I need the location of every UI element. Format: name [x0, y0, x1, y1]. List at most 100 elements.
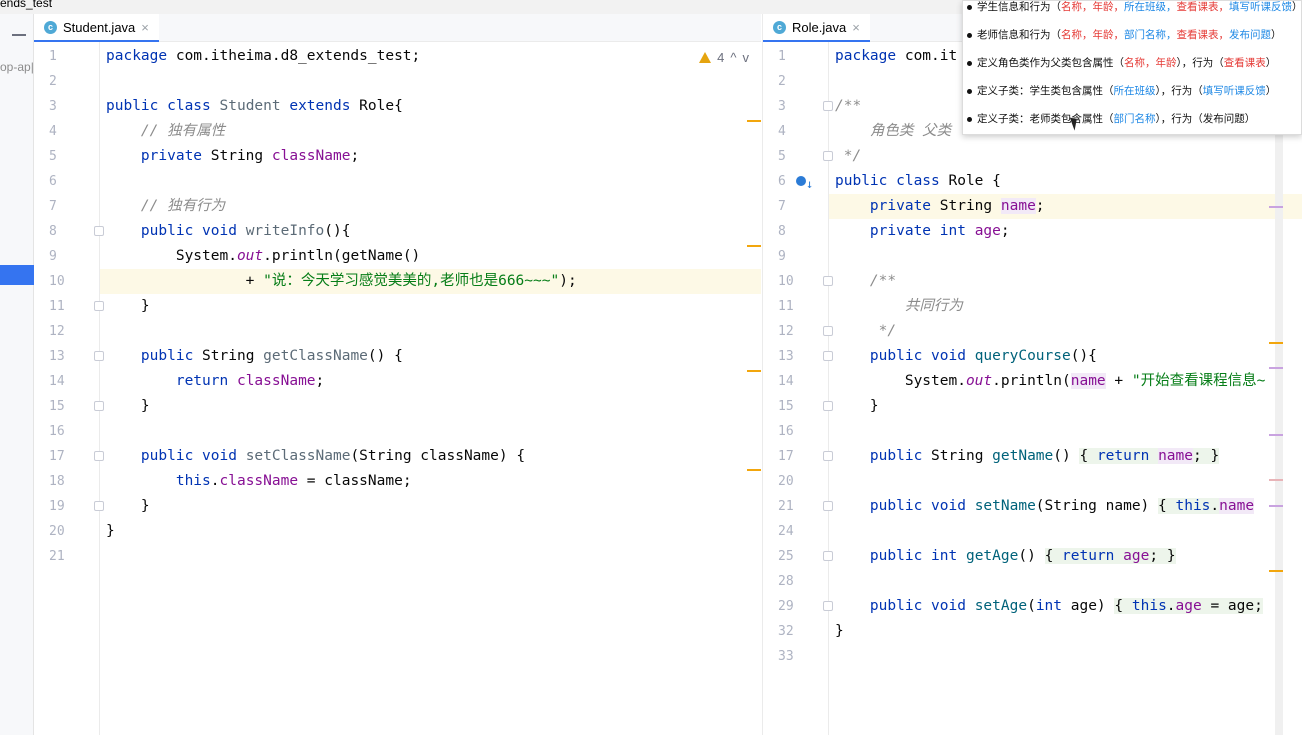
- error-stripe-mark[interactable]: [747, 120, 761, 122]
- error-stripe-mark[interactable]: [1269, 479, 1283, 481]
- line-number[interactable]: 15: [34, 394, 104, 419]
- line-number[interactable]: 4: [763, 119, 829, 144]
- line-number[interactable]: 21: [763, 494, 833, 519]
- line-number[interactable]: 2: [34, 69, 100, 94]
- code-line[interactable]: [100, 169, 761, 194]
- error-stripe-mark[interactable]: [747, 469, 761, 471]
- line-number[interactable]: 1: [763, 44, 829, 69]
- close-icon[interactable]: ×: [852, 20, 860, 35]
- tab-student-java[interactable]: c Student.java ×: [34, 14, 159, 42]
- close-icon[interactable]: ×: [141, 20, 149, 35]
- line-number[interactable]: 33: [763, 644, 829, 669]
- code-line[interactable]: [829, 644, 1302, 669]
- code-line[interactable]: private int age;: [829, 219, 1302, 244]
- error-stripe-mark[interactable]: [1269, 434, 1283, 436]
- line-number[interactable]: 16: [763, 419, 829, 444]
- line-number[interactable]: 14: [763, 369, 829, 394]
- project-tree-label[interactable]: op-ap|: [0, 60, 34, 74]
- error-stripe-mark[interactable]: [1269, 505, 1283, 507]
- code-line[interactable]: [829, 569, 1302, 594]
- line-number[interactable]: 20: [763, 469, 829, 494]
- code-line[interactable]: /**: [829, 269, 1302, 294]
- line-number[interactable]: 4: [34, 119, 100, 144]
- line-number[interactable]: 2: [763, 69, 829, 94]
- code-line[interactable]: [829, 244, 1302, 269]
- line-number[interactable]: 5: [34, 144, 100, 169]
- code-line[interactable]: }: [100, 394, 761, 419]
- code-line[interactable]: // 独有行为: [100, 194, 761, 219]
- code-area[interactable]: package com.it/** 角色类 父类 */public class …: [829, 42, 1302, 735]
- line-number[interactable]: 13: [34, 344, 104, 369]
- error-stripe-mark[interactable]: [1269, 570, 1283, 572]
- line-number[interactable]: 16: [34, 419, 100, 444]
- line-number[interactable]: 20: [34, 519, 100, 544]
- line-number[interactable]: 32: [763, 619, 829, 644]
- line-number[interactable]: 3: [34, 94, 100, 119]
- line-number[interactable]: 1: [34, 44, 100, 69]
- code-line[interactable]: return className;: [100, 369, 761, 394]
- error-stripe-mark[interactable]: [1269, 342, 1283, 344]
- code-line[interactable]: public void setClassName(String classNam…: [100, 444, 761, 469]
- line-number[interactable]: 7: [34, 194, 100, 219]
- code-line[interactable]: [829, 419, 1302, 444]
- line-number[interactable]: 17: [34, 444, 104, 469]
- code-line[interactable]: public void setAge(int age) { this.age =…: [829, 594, 1302, 619]
- project-tree-selection[interactable]: [0, 265, 34, 285]
- editor-student[interactable]: c Student.java × 1 2 3 4 5 6 7 8 9 10 11 12 13 14 15 16…: [34, 14, 761, 735]
- line-number[interactable]: 12: [763, 319, 833, 344]
- error-stripe-mark[interactable]: [1269, 206, 1283, 208]
- line-number[interactable]: 19: [34, 494, 104, 519]
- line-number[interactable]: 25: [763, 544, 833, 569]
- line-number[interactable]: 10: [763, 269, 833, 294]
- line-number[interactable]: 8: [34, 219, 104, 244]
- code-line[interactable]: + "说：今天学习感觉美美的,老师也是666~~~");: [100, 269, 761, 294]
- code-line[interactable]: */: [829, 319, 1302, 344]
- error-stripe-mark[interactable]: [747, 245, 761, 247]
- line-number[interactable]: 24: [763, 519, 829, 544]
- line-number[interactable]: 18: [34, 469, 100, 494]
- code-line[interactable]: }: [100, 494, 761, 519]
- collapse-icon[interactable]: [12, 34, 26, 36]
- line-number[interactable]: 11: [763, 294, 829, 319]
- line-number[interactable]: 14: [34, 369, 100, 394]
- code-line[interactable]: System.out.println(name + "开始查看课程信息~: [829, 369, 1302, 394]
- code-line[interactable]: public void setName(String name) { this.…: [829, 494, 1302, 519]
- code-line[interactable]: public int getAge() { return age; }: [829, 544, 1302, 569]
- line-number[interactable]: 17: [763, 444, 833, 469]
- line-number[interactable]: 28: [763, 569, 829, 594]
- code-line[interactable]: private String name;: [829, 194, 1302, 219]
- line-number[interactable]: 7: [763, 194, 829, 219]
- error-stripe-mark[interactable]: [1269, 367, 1283, 369]
- code-line[interactable]: public String getName() { return name; }: [829, 444, 1302, 469]
- line-number[interactable]: 8: [763, 219, 829, 244]
- code-line[interactable]: [100, 544, 761, 569]
- code-line[interactable]: package com.itheima.d8_extends_test;: [100, 44, 761, 69]
- code-line[interactable]: public void writeInfo(){: [100, 219, 761, 244]
- code-line[interactable]: public void queryCourse(){: [829, 344, 1302, 369]
- code-line[interactable]: public class Student extends Role{: [100, 94, 761, 119]
- code-line[interactable]: System.out.println(getName(): [100, 244, 761, 269]
- code-line[interactable]: 共同行为: [829, 294, 1302, 319]
- line-number[interactable]: 29: [763, 594, 833, 619]
- line-number[interactable]: 6 ↓: [763, 169, 829, 194]
- code-area[interactable]: 4 ^ v package com.itheima.d8_extends_tes…: [100, 42, 761, 735]
- line-number[interactable]: 10: [34, 269, 125, 294]
- code-line[interactable]: }: [100, 519, 761, 544]
- subclass-marker-icon[interactable]: [796, 176, 806, 186]
- code-line[interactable]: this.className = className;: [100, 469, 761, 494]
- code-line[interactable]: }: [829, 394, 1302, 419]
- line-number[interactable]: 15: [763, 394, 833, 419]
- code-line[interactable]: [829, 519, 1302, 544]
- tab-role-java[interactable]: c Role.java ×: [763, 14, 870, 42]
- error-stripe-mark[interactable]: [747, 370, 761, 372]
- code-line[interactable]: [100, 319, 761, 344]
- line-number[interactable]: 5: [763, 144, 833, 169]
- code-line[interactable]: private String className;: [100, 144, 761, 169]
- code-line[interactable]: }: [829, 619, 1302, 644]
- code-line[interactable]: */: [829, 144, 1302, 169]
- scrollbar[interactable]: [1275, 54, 1283, 735]
- line-number[interactable]: 21: [34, 544, 100, 569]
- line-number[interactable]: 3: [763, 94, 833, 119]
- code-line[interactable]: [100, 419, 761, 444]
- line-number[interactable]: 13: [763, 344, 833, 369]
